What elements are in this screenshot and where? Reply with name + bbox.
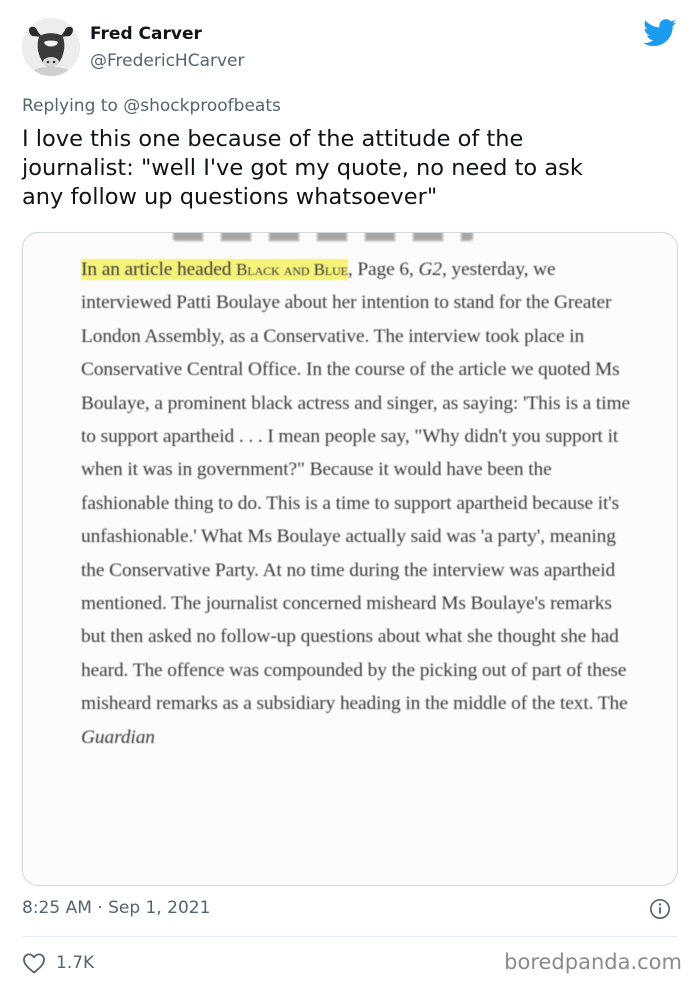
replying-prefix: Replying to bbox=[22, 96, 124, 116]
clipping-section-ref: G2 bbox=[418, 259, 443, 280]
avatar[interactable] bbox=[22, 18, 80, 76]
boredpanda-watermark: boredpanda.com bbox=[504, 950, 682, 974]
divider bbox=[22, 936, 678, 937]
clipping-guardian: Guardian bbox=[81, 726, 155, 748]
clipping-intro: In an article headed bbox=[81, 259, 237, 280]
twitter-bird-icon[interactable] bbox=[643, 19, 677, 47]
highlighted-phrase: In an article headed Black and Blue bbox=[81, 259, 348, 280]
heart-icon bbox=[23, 953, 45, 974]
author-name[interactable]: Fred Carver bbox=[90, 24, 202, 44]
like-count: 1.7K bbox=[56, 953, 95, 973]
clipping-headline-ref: Black and Blue bbox=[236, 260, 348, 279]
newspaper-clipping-text: In an article headed Black and Blue, Pag… bbox=[81, 253, 641, 754]
bull-avatar-icon bbox=[22, 18, 80, 76]
reply-mention-link[interactable]: @shockproofbeats bbox=[123, 96, 281, 116]
clipping-body: yesterday, we interviewed Patti Boulaye … bbox=[81, 259, 630, 715]
author-handle[interactable]: @FredericHCarver bbox=[90, 51, 245, 71]
tweet-text: I love this one because of the attitude … bbox=[22, 126, 583, 210]
replying-to-line: Replying to @shockproofbeats bbox=[22, 96, 281, 116]
clipping-comma: , bbox=[442, 259, 447, 280]
like-button[interactable]: 1.7K bbox=[22, 948, 94, 978]
info-icon[interactable] bbox=[649, 898, 671, 920]
tweet-image[interactable]: In an article headed Black and Blue, Pag… bbox=[22, 232, 678, 886]
tweet-timestamp[interactable]: 8:25 AM · Sep 1, 2021 bbox=[22, 898, 210, 918]
clipping-page-ref: , Page 6, bbox=[347, 259, 419, 280]
clipping-cut-line bbox=[173, 233, 473, 241]
